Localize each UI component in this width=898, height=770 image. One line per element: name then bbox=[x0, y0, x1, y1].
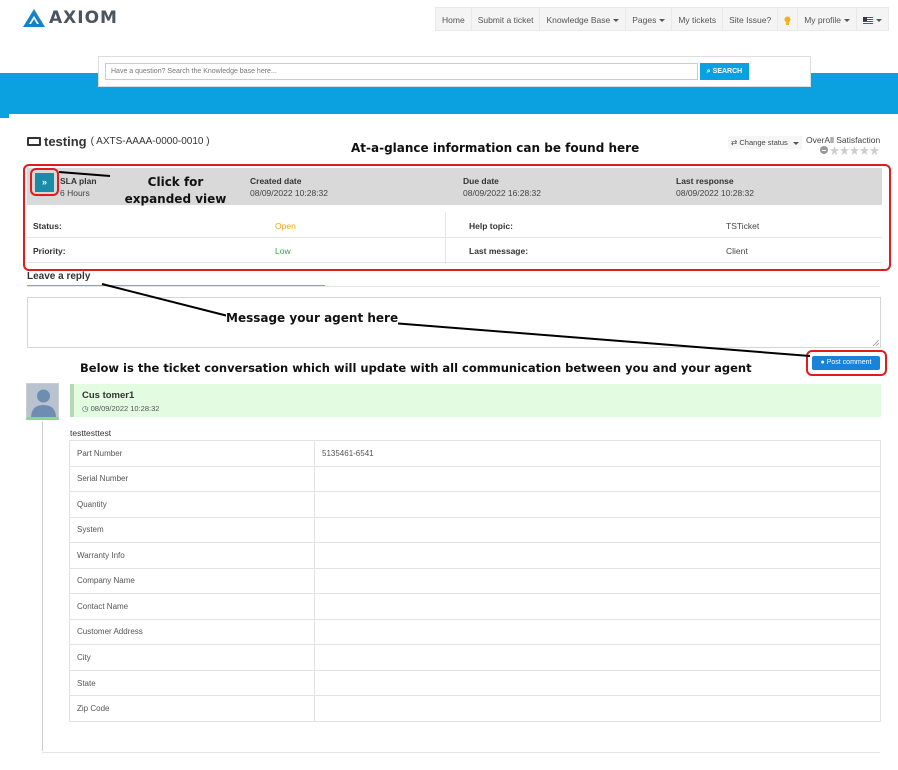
arrow-line bbox=[58, 171, 111, 177]
annotation-conversation: Below is the ticket conversation which w… bbox=[80, 361, 752, 375]
annotation-message: Message your agent here bbox=[226, 311, 399, 325]
arrow-line bbox=[101, 283, 229, 317]
annotation-glance: At-a-glance information can be found her… bbox=[351, 141, 640, 155]
annotation-arrows bbox=[58, 171, 811, 357]
annotation-expand: Click for expanded view bbox=[124, 175, 227, 206]
arrow-line bbox=[379, 321, 811, 357]
